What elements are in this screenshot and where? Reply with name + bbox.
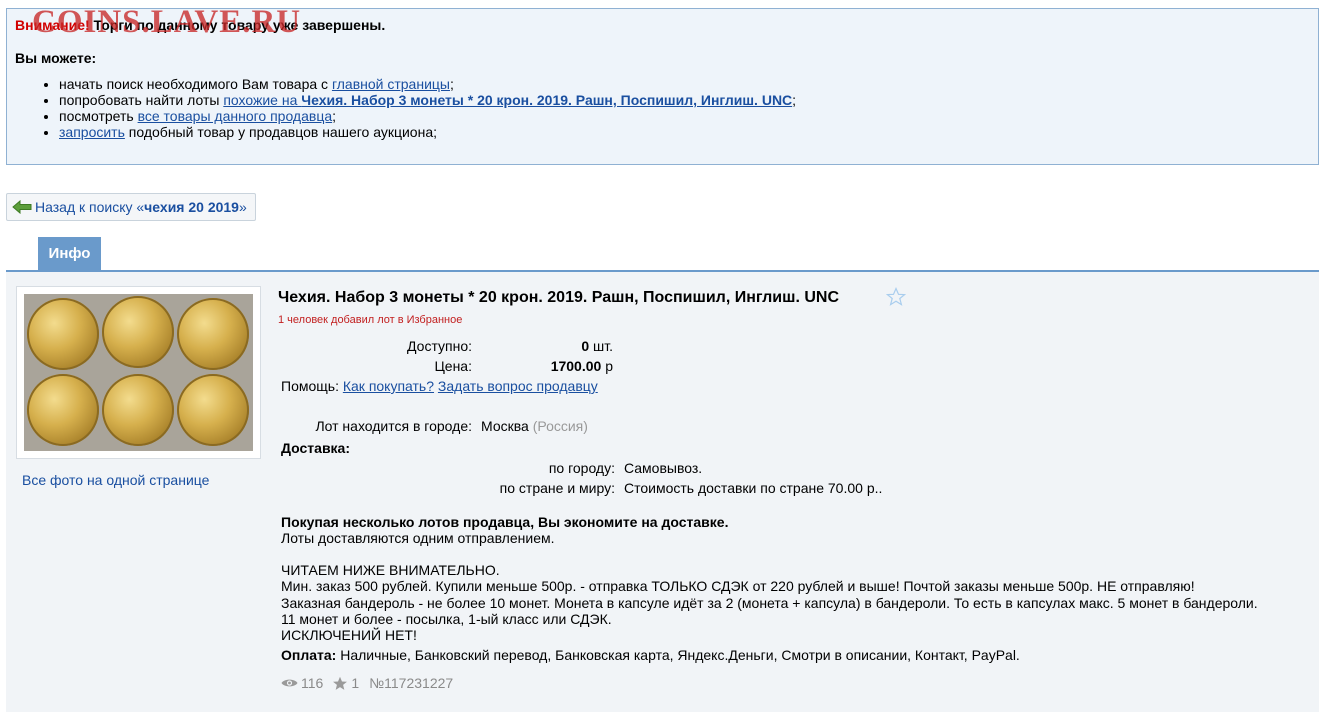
- help-row: Помощь: Как покупать? Задать вопрос прод…: [281, 378, 598, 394]
- description-line: 11 монет и более - посылка, 1-ый класс и…: [281, 611, 612, 627]
- delivery-label: Доставка:: [281, 440, 351, 456]
- lot-stats: 116 1 №117231227: [281, 675, 453, 691]
- payment-methods: Наличные, Банковский перевод, Банковская…: [336, 647, 1020, 663]
- delivery-world-label: по стране и миру:: [499, 480, 615, 496]
- price-value: 1700.00 р: [480, 358, 613, 374]
- suggestions-list: начать поиск необходимого Вам товара с г…: [15, 76, 1310, 140]
- back-label-close: »: [238, 199, 247, 215]
- star-count-icon: [333, 676, 348, 690]
- suggestion-punct: ;: [792, 92, 797, 108]
- view-count: 116: [301, 675, 324, 691]
- favorites-count: 1: [351, 675, 360, 691]
- description-line: ИСКЛЮЧЕНИЙ НЕТ!: [281, 627, 417, 643]
- suggestion-item: посмотреть все товары данного продавца;: [59, 108, 1310, 124]
- lot-title: Чехия. Набор 3 монеты * 20 крон. 2019. Р…: [278, 289, 840, 306]
- suggestion-text: начать поиск необходимого Вам товара с: [59, 76, 332, 92]
- combined-shipping-note: Покупая несколько лотов продавца, Вы эко…: [281, 514, 729, 530]
- delivery-city-value: Самовывоз.: [624, 460, 703, 476]
- ended-text: Торги по данному товару уже завершены.: [89, 17, 386, 33]
- all-photos-link[interactable]: Все фото на одной странице: [22, 472, 209, 488]
- suggestion-text-end: подобный товар у продавцов нашего аукцио…: [124, 124, 437, 140]
- suggestion-item: попробовать найти лоты похожие на Чехия.…: [59, 92, 1310, 108]
- suggestion-item: запросить подобный товар у продавцов наш…: [59, 124, 1310, 140]
- notice-headline: Внимание! Торги по данному товару уже за…: [15, 17, 1310, 33]
- tab-info[interactable]: Инфо: [38, 237, 101, 270]
- price-amount: 1700.00: [550, 358, 602, 374]
- description-line: Мин. заказ 500 рублей. Купили меньше 500…: [281, 578, 1195, 594]
- price-currency: р: [601, 358, 613, 374]
- coin-image: [102, 374, 174, 446]
- suggestion-punct: ;: [449, 76, 454, 92]
- coin-image: [177, 298, 249, 370]
- attention-label: Внимание!: [15, 17, 90, 33]
- payment-row: Оплата: Наличные, Банковский перевод, Ба…: [281, 647, 1020, 663]
- coin-image: [177, 374, 249, 446]
- lot-photo-frame[interactable]: [16, 286, 261, 459]
- how-to-buy-link[interactable]: Как покупать?: [343, 378, 434, 394]
- favorite-star-icon[interactable]: [886, 287, 906, 307]
- back-to-search-button[interactable]: Назад к поиску «чехия 20 2019»: [6, 193, 256, 221]
- coin-image: [27, 298, 99, 370]
- coin-image: [102, 296, 174, 368]
- eye-icon: [281, 679, 298, 687]
- suggestion-item: начать поиск необходимого Вам товара с г…: [59, 76, 1310, 92]
- available-value: 0 шт.: [480, 338, 613, 354]
- available-label: Доступно:: [407, 338, 472, 354]
- you-can-label: Вы можете:: [15, 50, 97, 66]
- seller-items-link[interactable]: все товары данного продавца: [138, 108, 333, 124]
- help-label: Помощь:: [281, 378, 339, 394]
- city-value: Москва (Россия): [481, 418, 588, 434]
- city-name: Москва: [481, 418, 529, 434]
- auction-ended-notice: Внимание! Торги по данному товару уже за…: [6, 8, 1319, 165]
- available-count: 0: [581, 338, 590, 354]
- description-line: Заказная бандероль - не более 10 монет. …: [281, 595, 1258, 611]
- coin-image: [27, 374, 99, 446]
- similar-lots-link-text: похожие на: [223, 92, 302, 108]
- lot-number: №117231227: [369, 675, 454, 691]
- price-label: Цена:: [434, 358, 472, 374]
- delivery-city-label: по городу:: [548, 460, 615, 476]
- request-link[interactable]: запросить: [59, 124, 125, 140]
- search-query: чехия 20 2019: [144, 199, 239, 215]
- available-unit: шт.: [589, 338, 613, 354]
- description-line: ЧИТАЕМ НИЖЕ ВНИМАТЕЛЬНО.: [281, 562, 500, 578]
- back-label: Назад к поиску «: [35, 199, 145, 215]
- suggestion-text: посмотреть: [59, 108, 138, 124]
- suggestion-punct: ;: [332, 108, 337, 124]
- main-page-link[interactable]: главной страницы: [332, 76, 450, 92]
- delivery-world-value: Стоимость доставки по стране 70.00 р..: [624, 480, 883, 496]
- payment-label: Оплата:: [281, 647, 337, 663]
- favorites-count-note: 1 человек добавил лот в Избранное: [278, 314, 463, 326]
- suggestion-text: попробовать найти лоты: [59, 92, 224, 108]
- lot-photo[interactable]: [24, 294, 253, 451]
- city-label: Лот находится в городе:: [315, 418, 472, 434]
- back-arrow-icon: [12, 200, 32, 214]
- similar-lots-link-title: Чехия. Набор 3 монеты * 20 крон. 2019. Р…: [301, 92, 793, 108]
- country-name: (Россия): [532, 418, 588, 434]
- similar-lots-link[interactable]: похожие на Чехия. Набор 3 монеты * 20 кр…: [223, 92, 792, 108]
- ask-seller-link[interactable]: Задать вопрос продавцу: [438, 378, 598, 394]
- single-shipment-note: Лоты доставляются одним отправлением.: [281, 530, 555, 546]
